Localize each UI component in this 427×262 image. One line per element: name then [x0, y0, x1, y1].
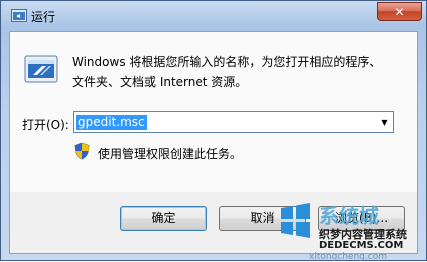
close-button[interactable]: ✕	[377, 2, 422, 21]
window-title: 运行	[31, 10, 56, 24]
instruction-text: Windows 将根据您所输入的名称，为您打开相应的程序、文件夹、文档或 Int…	[72, 55, 382, 89]
admin-privilege-note: 使用管理权限创建此任务。	[98, 147, 243, 161]
run-program-icon	[24, 55, 58, 83]
close-icon: ✕	[394, 4, 405, 19]
shield-icon	[74, 142, 90, 160]
chevron-down-icon[interactable]: ▼	[376, 112, 393, 132]
run-dialog-window: 运行 ✕ Windows 将根据您所输入的名称，为您打开相应的程序、文件夹、文档…	[0, 0, 427, 262]
title-bar[interactable]: 运行 ✕	[1, 1, 427, 31]
windows-logo-icon	[281, 203, 310, 238]
run-icon	[11, 9, 27, 22]
watermark-site: DEDECMS.COM	[319, 240, 404, 251]
open-label: 打开(O):	[22, 118, 69, 132]
watermark: 系统城 织梦内容管理系统 DEDECMS.COM xitongcheng.com	[269, 198, 427, 262]
content-panel: Windows 将根据您所输入的名称，为您打开相应的程序、文件夹、文档或 Int…	[10, 32, 417, 192]
open-input-value[interactable]: gpedit.msc	[76, 115, 147, 130]
watermark-brand: 系统城	[319, 204, 379, 228]
ok-button[interactable]: 确定	[120, 206, 207, 231]
open-combobox[interactable]: gpedit.msc ▼	[73, 111, 394, 133]
